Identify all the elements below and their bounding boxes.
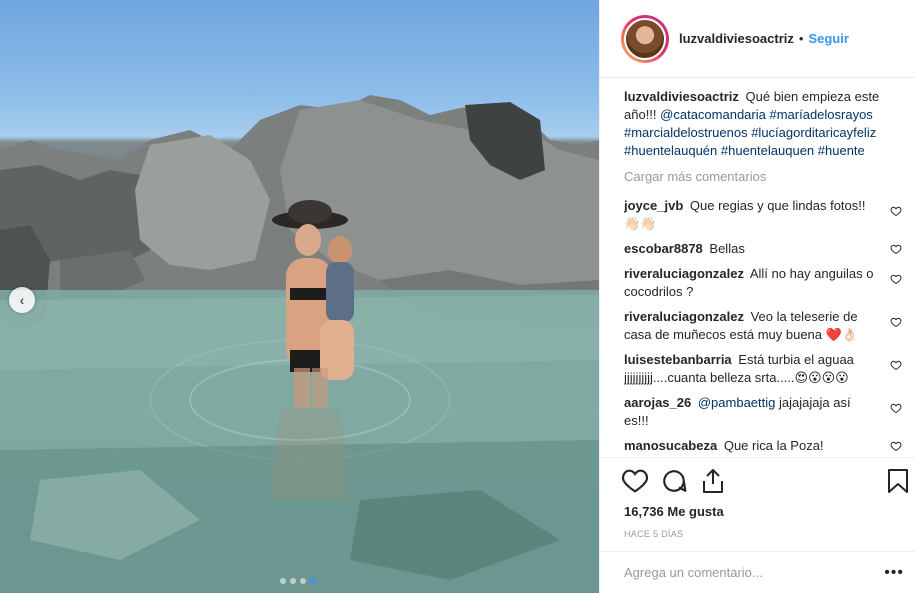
comment-username[interactable]: riveraluciagonzalez [624,266,744,281]
share-button[interactable] [699,467,727,495]
caption-tag[interactable]: #lucíagorditaricayfeliz [751,125,876,140]
caption-tag[interactable]: #huentelauquen [721,143,814,158]
heart-icon[interactable] [890,243,902,255]
comments-list[interactable]: luzvaldiviesoactriz Qué bien empieza est… [624,88,910,458]
comment-username[interactable]: riveraluciagonzalez [624,309,744,324]
likes-count[interactable]: 16,736 Me gusta [600,504,915,519]
post-header: luzvaldiviesoactriz • Seguir [600,0,915,78]
caption-username[interactable]: luzvaldiviesoactriz [624,89,739,104]
more-options-icon[interactable]: ••• [884,564,904,582]
save-button[interactable] [884,467,912,495]
heart-icon[interactable] [890,273,902,285]
avatar-ring[interactable] [621,14,669,63]
follow-button[interactable]: Seguir [808,31,848,46]
caption-tag[interactable]: @catacomandaria [660,107,766,122]
comment-input[interactable] [624,565,874,580]
chevron-left-icon: ‹ [19,292,25,308]
comment: escobar8878 Bellas [624,240,910,258]
heart-icon[interactable] [890,402,902,414]
heart-icon[interactable] [890,440,902,452]
carousel-dot [280,578,286,584]
add-comment-bar: ••• [600,551,915,593]
comment: manosucabeza Que rica la Poza! [624,437,910,455]
heart-icon [622,469,648,493]
comment: riveraluciagonzalez Allí no hay anguilas… [624,265,910,301]
carousel-dot [290,578,296,584]
heart-icon[interactable] [890,316,902,328]
action-bar: 16,736 Me gusta HACE 5 DÍAS [600,457,915,539]
comment: riveraluciagonzalez Veo la teleserie de … [624,308,910,344]
carousel-dots [280,578,316,584]
comment-username[interactable]: manosucabeza [624,438,717,453]
load-more-comments-button[interactable]: Cargar más comentarios [624,168,910,186]
heart-icon[interactable] [890,359,902,371]
caption-tag[interactable]: #huente [818,143,865,158]
caption-tag[interactable]: #huentelauquén [624,143,717,158]
comment-text: Que rica la Poza! [723,438,824,453]
post-caption: luzvaldiviesoactriz Qué bien empieza est… [624,88,910,160]
heart-icon[interactable] [890,205,902,217]
photo-scene [0,95,599,593]
post-sidebar: luzvaldiviesoactriz • Seguir luzvaldivie… [599,0,915,593]
comment: luisestebanbarria Está turbia el aguaa j… [624,351,910,387]
comment-username[interactable]: joyce_jvb [624,198,683,213]
comment-mention[interactable]: @pambaettig [698,395,776,410]
comment-icon [663,470,687,492]
share-icon [703,469,723,493]
separator-dot: • [798,31,804,46]
avatar [624,17,666,60]
carousel-prev-button[interactable]: ‹ [9,287,35,313]
comment-username[interactable]: aarojas_26 [624,395,691,410]
comment-username[interactable]: escobar8878 [624,241,703,256]
like-button[interactable] [621,467,649,495]
carousel-dot-active [310,578,316,584]
comment-button[interactable] [660,467,688,495]
caption-tag[interactable]: #maríadelosrayos [769,107,872,122]
carousel-dot [300,578,306,584]
comment: aarojas_26 @pambaettig jajajajaja así es… [624,394,910,430]
comment: joyce_jvb Que regias y que lindas fotos!… [624,197,910,233]
comment-text: Bellas [709,241,745,256]
post-timestamp[interactable]: HACE 5 DÍAS [600,529,915,539]
action-row [600,466,915,496]
comment-username[interactable]: luisestebanbarria [624,352,732,367]
post-photo[interactable]: ‹ [0,0,599,593]
bookmark-icon [888,469,908,493]
post-username[interactable]: luzvaldiviesoactriz [679,31,794,46]
caption-tag[interactable]: #marcialdelostruenos [624,125,748,140]
